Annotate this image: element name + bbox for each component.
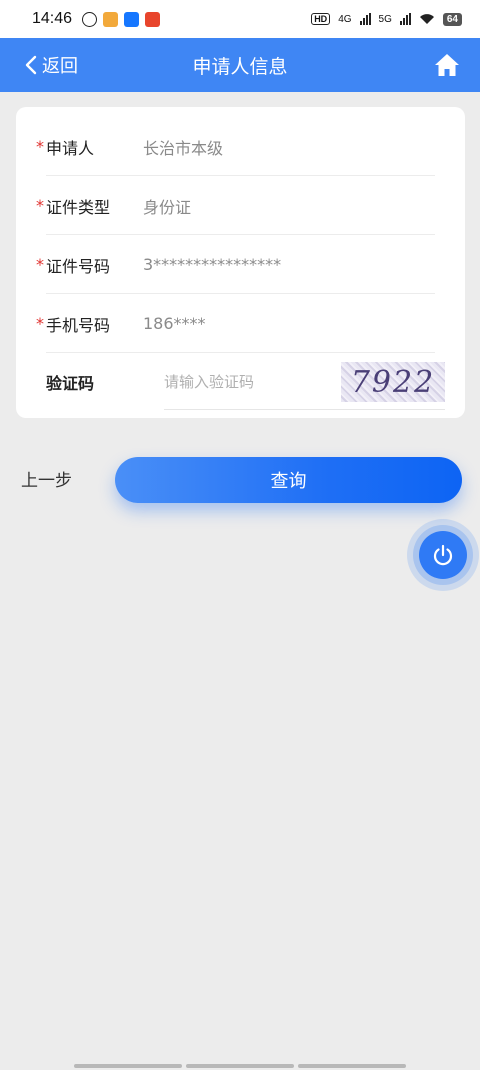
status-bar: 14:46 HD 4G 5G 64 (0, 0, 480, 38)
header-bar: 返回 申请人信息 (0, 38, 480, 92)
wifi-icon (419, 14, 434, 24)
prev-step-button[interactable]: 上一步 (21, 466, 72, 491)
notification-icons (82, 11, 161, 27)
power-button-inner (419, 531, 467, 579)
weibo-icon (103, 11, 119, 27)
nav-bar-segment (186, 1064, 294, 1068)
signal-icon-2 (399, 13, 411, 25)
id-number-value: 3**************** (143, 255, 282, 274)
home-icon (435, 54, 459, 76)
captcha-image[interactable]: 7922 (341, 362, 445, 402)
applicant-value: 长治市本级 (143, 138, 224, 158)
id-number-label: 证件号码 (46, 256, 111, 276)
battery-indicator: 64 (442, 12, 462, 26)
hd-icon: HD (311, 13, 331, 25)
required-marker: * (36, 196, 44, 215)
app-notification-icon (145, 11, 161, 27)
captcha-label: 验证码 (46, 374, 95, 393)
home-button[interactable] (434, 52, 460, 78)
required-marker: * (36, 314, 44, 333)
phone-label: 手机号码 (46, 315, 111, 335)
required-marker: * (36, 137, 44, 156)
required-marker: * (36, 255, 44, 274)
applicant-label: 申请人 (46, 138, 95, 158)
id-type-label: 证件类型 (46, 197, 111, 217)
applicant-info-card: * 申请人 长治市本级 * 证件类型 身份证 * 证件号码 3*********… (16, 107, 465, 418)
power-icon (433, 544, 453, 566)
alipay-icon (124, 11, 140, 27)
phone-value: 186**** (143, 314, 206, 333)
query-button[interactable]: 查询 (115, 457, 462, 503)
nav-bar-segment (298, 1064, 406, 1068)
gesture-nav-bar (0, 1064, 480, 1070)
divider (46, 352, 435, 353)
signal-icon (359, 13, 371, 25)
id-number-row: * 证件号码 3**************** (36, 235, 435, 294)
captcha-row: 验证码 7922 (46, 354, 445, 410)
id-type-row: * 证件类型 身份证 (36, 176, 435, 235)
floating-power-button[interactable] (407, 519, 479, 591)
back-button[interactable]: 返回 (24, 38, 78, 92)
applicant-row: * 申请人 长治市本级 (36, 117, 435, 176)
phone-row: * 手机号码 186**** (36, 294, 435, 353)
k-app-icon (82, 11, 98, 27)
network-4g-label: 4G (338, 13, 352, 25)
nav-bar-segment (74, 1064, 182, 1068)
status-right: HD 4G 5G 64 (311, 12, 462, 26)
id-type-value: 身份证 (143, 197, 192, 217)
status-time: 14:46 (32, 10, 73, 27)
chevron-left-icon (25, 55, 37, 75)
network-5g-label: 5G (378, 13, 392, 25)
back-label: 返回 (42, 56, 78, 77)
